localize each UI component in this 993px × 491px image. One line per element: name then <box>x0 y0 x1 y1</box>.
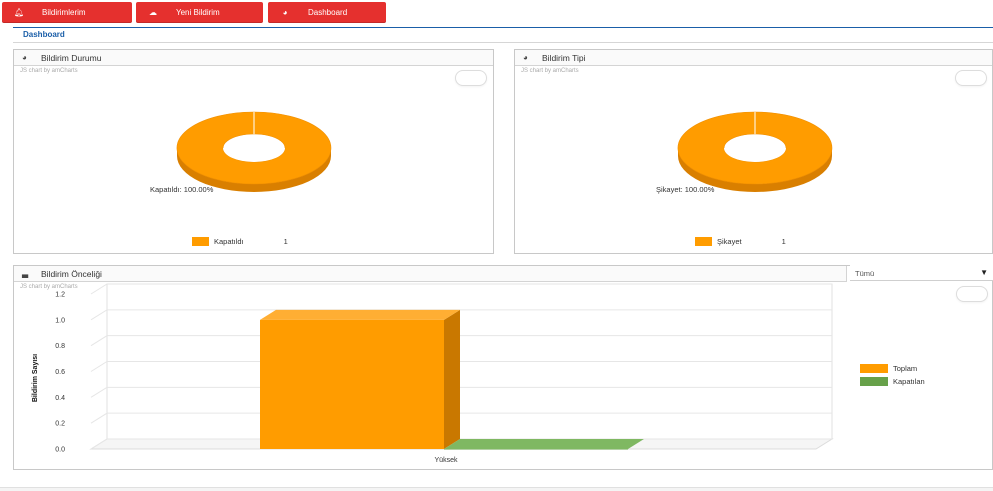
bar-legend: Toplam Kapatılan <box>860 364 925 390</box>
export-menu-button[interactable] <box>956 286 988 302</box>
y-tick-label: 0.2 <box>55 421 65 428</box>
priority-filter-select[interactable]: Tümü ▼ <box>850 265 993 281</box>
type-panel: ◕ Bildirim Tipi JS chart by amCharts Şik… <box>514 49 993 254</box>
legend-item-kapatilan[interactable]: Kapatılan <box>860 377 925 386</box>
tab-bildirimlerim[interactable]: 🔔︎ Bildirimlerim <box>2 2 132 23</box>
legend-label: Kapatılan <box>893 377 925 386</box>
panel-header: ◕ Bildirim Tipi <box>515 50 992 66</box>
bar-kapatilan[interactable] <box>444 439 644 450</box>
chart-credit[interactable]: JS chart by amCharts <box>521 68 579 74</box>
legend-value: 1 <box>781 237 786 246</box>
page-title: Dashboard <box>23 30 65 39</box>
legend-label: Toplam <box>893 364 918 373</box>
bar-front <box>444 449 628 450</box>
panel-title: Bildirim Durumu <box>41 53 102 63</box>
bar-top <box>444 439 644 449</box>
tab-dashboard[interactable]: ◕ Dashboard <box>268 2 386 23</box>
priority-bar-chart: 0.0 0.2 0.4 0.6 0.8 1.0 1.2 Bildirim Sayısı Yü… <box>32 283 834 464</box>
y-tick-label: 1.0 <box>55 317 65 324</box>
legend-swatch <box>695 237 712 246</box>
export-menu-button[interactable] <box>455 70 487 86</box>
legend-swatch <box>192 237 209 246</box>
page-header: Dashboard <box>13 27 993 43</box>
y-tick-label: 0.6 <box>55 369 65 376</box>
panel-title: Bildirim Önceliği <box>41 269 102 279</box>
bar-chart-icon: ▃ <box>22 269 29 278</box>
y-axis-ticks: 0.0 0.2 0.4 0.6 0.8 1.0 1.2 <box>55 292 65 454</box>
legend-swatch <box>860 364 888 373</box>
legend-item[interactable]: Şikayet 1 <box>695 237 786 246</box>
tab-yeni-bildirim[interactable]: ☁︎ Yeni Bildirim <box>136 2 263 23</box>
select-value: Tümü <box>855 269 875 278</box>
slice-label: Kapatıldı: 100.00% <box>150 185 214 194</box>
y-axis-label: Bildirim Sayısı <box>32 354 39 402</box>
legend-swatch <box>860 377 888 386</box>
pie-icon: ◕ <box>22 53 27 62</box>
chart-credit[interactable]: JS chart by amCharts <box>20 68 78 74</box>
caret-down-icon: ▼ <box>980 268 988 277</box>
page-footer-rule <box>0 487 993 491</box>
tab-label: Bildirimlerim <box>42 8 86 17</box>
export-menu-button[interactable] <box>955 70 987 86</box>
status-panel: ◕ Bildirim Durumu JS chart by amCharts K… <box>13 49 494 254</box>
legend-item-toplam[interactable]: Toplam <box>860 364 925 373</box>
bar-toplam[interactable] <box>260 309 460 449</box>
panel-title: Bildirim Tipi <box>542 53 586 63</box>
slice-label: Şikayet: 100.00% <box>656 185 715 194</box>
bell-icon: 🔔︎ <box>14 8 25 17</box>
pie-icon: ◕ <box>282 8 288 17</box>
x-tick-label: Yüksek <box>435 457 458 464</box>
y-tick-label: 0.4 <box>55 395 65 402</box>
tab-label: Yeni Bildirim <box>176 8 220 17</box>
y-tick-label: 0.0 <box>55 447 65 454</box>
legend-value: 1 <box>283 237 288 246</box>
legend-label: Şikayet <box>717 237 742 246</box>
tab-label: Dashboard <box>308 8 348 17</box>
comment-icon: ☁︎ <box>149 8 157 17</box>
legend-item[interactable]: Kapatıldı 1 <box>192 237 288 246</box>
bar-side <box>444 309 460 449</box>
panel-header: ◕ Bildirim Durumu <box>14 50 493 66</box>
panel-header: ▃ Bildirim Önceliği <box>14 266 847 282</box>
legend-label: Kapatıldı <box>214 237 244 246</box>
y-tick-label: 0.8 <box>55 343 65 350</box>
chart-grid <box>89 283 834 450</box>
bar-top <box>260 309 460 320</box>
pie-icon: ◕ <box>523 53 528 62</box>
bar-front <box>260 319 444 449</box>
y-tick-label: 1.2 <box>55 292 65 299</box>
